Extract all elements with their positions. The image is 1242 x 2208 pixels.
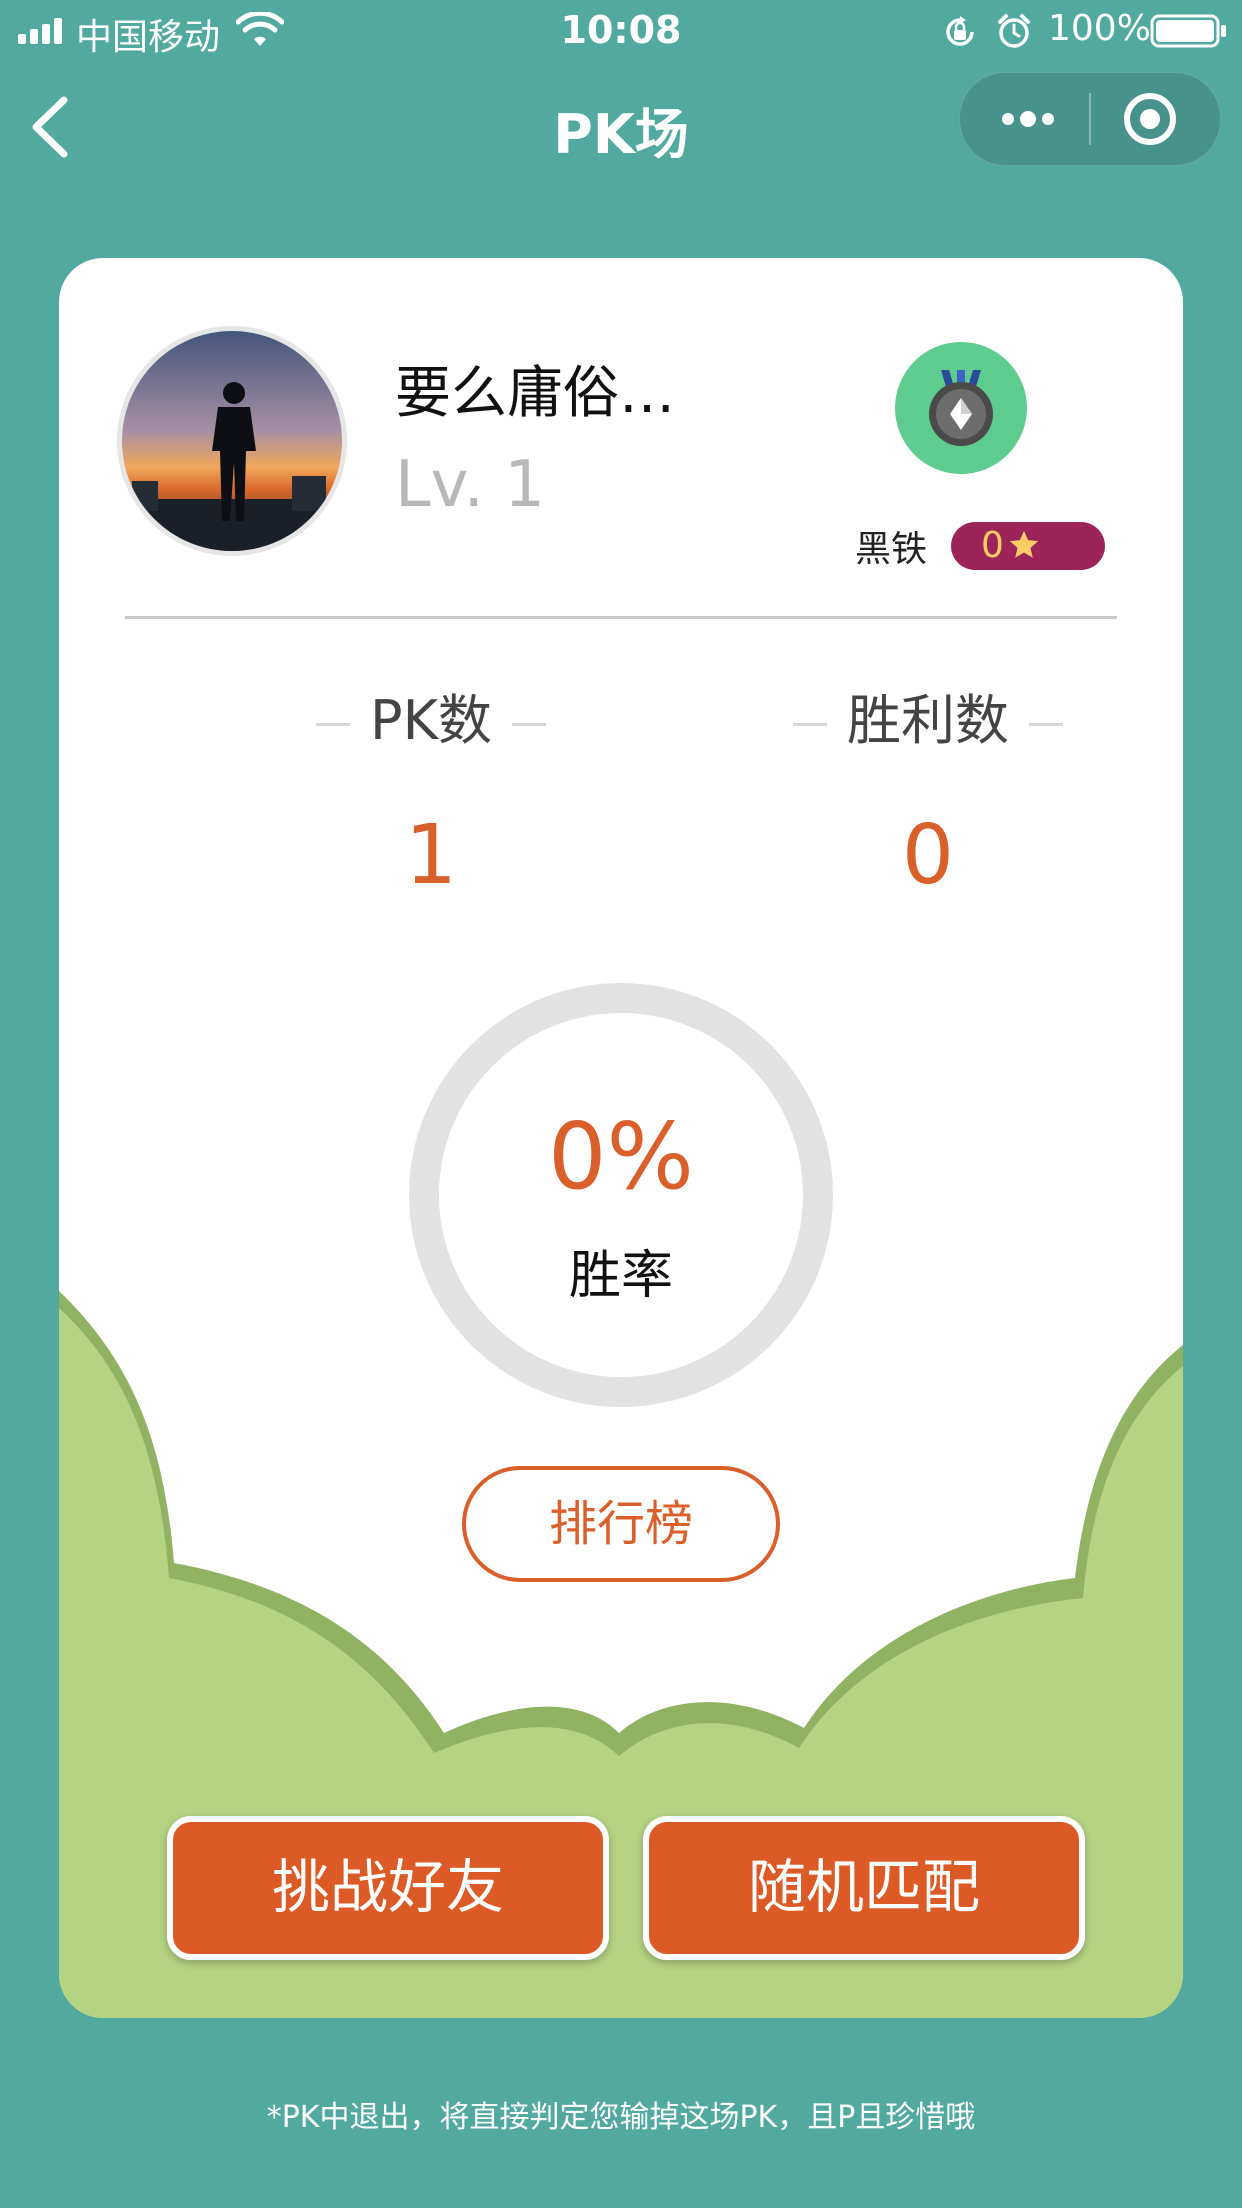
win-rate-label: 胜率 xyxy=(568,1246,673,1306)
divider xyxy=(125,616,1117,619)
win-count-value: 0 xyxy=(901,808,955,903)
challenge-friend-button[interactable]: 挑战好友 xyxy=(167,1816,609,1960)
target-circle-icon[interactable] xyxy=(1120,89,1180,149)
random-match-button[interactable]: 随机匹配 xyxy=(643,1816,1085,1960)
username: 要么庸俗… xyxy=(395,361,675,426)
avatar-image xyxy=(122,331,342,551)
leaderboard-button[interactable]: 排行榜 xyxy=(462,1466,780,1582)
navigation-bar: PK场 xyxy=(0,62,1242,190)
mini-program-capsule xyxy=(959,72,1221,166)
rank-badge xyxy=(895,342,1027,474)
rotation-lock-icon xyxy=(946,16,974,46)
pk-card: 要么庸俗… Lv. 1 黑铁 0 PK数 胜利数 1 0 0% 胜率 排行榜 挑… xyxy=(59,258,1183,2018)
win-count-label-text: 胜利数 xyxy=(847,689,1009,752)
iron-medal-icon xyxy=(929,370,993,446)
avatar[interactable] xyxy=(117,326,347,556)
win-rate-value: 0% xyxy=(548,1103,694,1210)
more-dots-icon[interactable] xyxy=(998,91,1058,147)
pk-count-value: 1 xyxy=(404,808,458,903)
battery-percent: 100% xyxy=(1048,8,1151,49)
chevron-left-icon[interactable] xyxy=(22,92,82,162)
star-icon xyxy=(1009,530,1039,558)
win-count-label: 胜利数 xyxy=(728,676,1128,755)
user-level: Lv. 1 xyxy=(395,448,545,522)
rank-name: 黑铁 xyxy=(855,529,928,570)
star-count: 0 xyxy=(981,525,1004,566)
battery-icon xyxy=(1150,14,1226,48)
capsule-divider xyxy=(1089,93,1091,145)
alarm-icon xyxy=(998,14,1030,48)
pk-count-label: PK数 xyxy=(231,676,631,755)
status-bar: 中国移动 10:08 100% xyxy=(0,0,1242,62)
star-count-badge: 0 xyxy=(951,522,1105,570)
footer-note: *PK中退出，将直接判定您输掉这场PK，且P且珍惜哦 xyxy=(266,2100,976,2135)
pk-count-label-text: PK数 xyxy=(370,689,492,752)
